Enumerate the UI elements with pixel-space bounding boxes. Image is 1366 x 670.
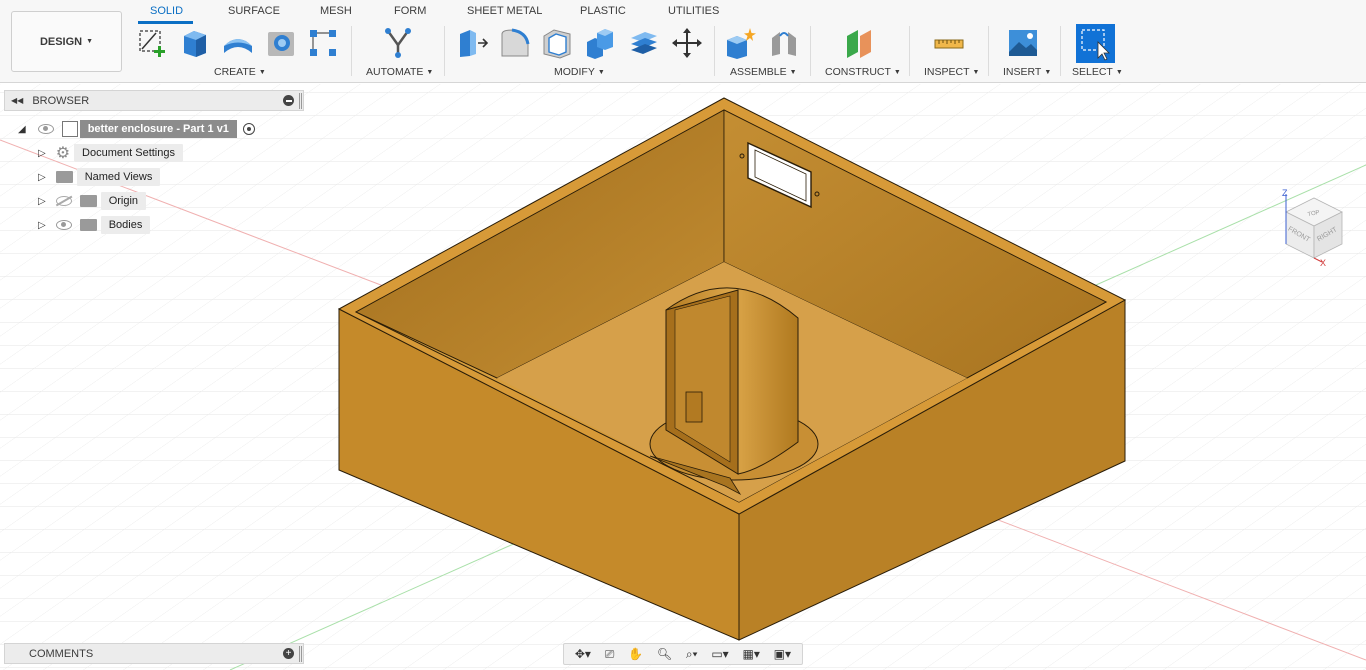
browser-item-label: Origin xyxy=(100,192,147,210)
z-axis-label: Z xyxy=(1282,188,1288,198)
component-icon xyxy=(61,121,78,137)
revolve-icon[interactable] xyxy=(221,26,255,60)
add-comment-icon[interactable]: + xyxy=(283,648,294,659)
browser-item-origin[interactable]: ▷ Origin xyxy=(38,191,147,211)
comments-title: COMMENTS xyxy=(29,647,94,660)
caret-down-icon: ▼ xyxy=(86,38,94,45)
automate-group-label[interactable]: AUTOMATE ▼ xyxy=(366,66,433,78)
hidden-eye-icon[interactable] xyxy=(55,195,72,206)
browser-root-row[interactable]: ◢ better enclosure - Part 1 v1 xyxy=(18,119,255,139)
browser-title: BROWSER xyxy=(32,94,90,107)
shell-icon[interactable] xyxy=(540,26,574,60)
insert-group-label[interactable]: INSERT ▼ xyxy=(1003,66,1051,78)
x-axis-label: X xyxy=(1320,258,1326,268)
panel-grip-icon[interactable] xyxy=(299,646,302,662)
browser-item-label: Bodies xyxy=(100,216,151,234)
hole-icon[interactable] xyxy=(264,26,298,60)
fillet-icon[interactable] xyxy=(498,26,532,60)
model-canvas[interactable] xyxy=(0,84,1366,670)
modify-group-label[interactable]: MODIFY ▼ xyxy=(554,66,605,78)
extrude-icon[interactable] xyxy=(178,26,212,60)
folder-icon xyxy=(55,171,73,183)
workspace-switcher-button[interactable]: DESIGN ▼ xyxy=(11,11,122,72)
alignment-tab xyxy=(685,391,703,423)
tab-utilities[interactable]: UTILITIES xyxy=(668,5,719,17)
grid-settings-icon[interactable]: ▦▾ xyxy=(742,647,759,661)
browser-item-label: Named Views xyxy=(76,168,161,186)
browser-panel: ◀◀ BROWSER ◢ better enclosure - Part 1 v… xyxy=(4,90,304,234)
navigation-bar: ✥▾ ⎚ ✋ 🔍︎ ⌕▾ ▭▾ ▦▾ ▣▾ xyxy=(563,643,803,665)
collapse-triangle-icon[interactable]: ◢ xyxy=(18,124,26,135)
create-group-label[interactable]: CREATE ▼ xyxy=(214,66,266,78)
inspect-group-label[interactable]: INSPECT ▼ xyxy=(924,66,979,78)
toolbar-separator xyxy=(351,26,352,76)
panel-grip-icon[interactable] xyxy=(299,93,302,109)
browser-header[interactable]: ◀◀ BROWSER xyxy=(4,90,304,111)
toolbar-separator xyxy=(1060,26,1061,76)
expand-triangle-icon[interactable]: ▷ xyxy=(38,148,46,159)
workspace-label: DESIGN xyxy=(39,35,83,48)
toolbar-separator xyxy=(714,26,715,76)
zoom-icon[interactable]: 🔍︎ xyxy=(657,647,672,661)
browser-item-label: Document Settings xyxy=(74,144,183,162)
tab-plastic[interactable]: PLASTIC xyxy=(580,5,626,17)
assemble-group-label[interactable]: ASSEMBLE ▼ xyxy=(730,66,797,78)
offset-face-icon[interactable] xyxy=(627,26,661,60)
gear-icon: ⚙ xyxy=(55,145,71,162)
visibility-eye-icon[interactable] xyxy=(37,124,54,134)
visibility-eye-icon[interactable] xyxy=(55,220,72,230)
expand-triangle-icon[interactable]: ▷ xyxy=(38,220,46,231)
construct-group-label[interactable]: CONSTRUCT ▼ xyxy=(825,66,901,78)
select-tool-icon[interactable] xyxy=(1076,24,1115,63)
ribbon-toolbar: DESIGN ▼ SOLID SURFACE MESH FORM SHEET M… xyxy=(0,0,1366,83)
tab-surface[interactable]: SURFACE xyxy=(228,5,280,17)
toolbar-separator xyxy=(909,26,910,76)
comments-panel[interactable]: COMMENTS + xyxy=(4,643,304,664)
combine-icon[interactable] xyxy=(583,26,617,60)
expand-triangle-icon[interactable]: ▷ xyxy=(38,196,46,207)
joint-icon[interactable] xyxy=(767,26,801,60)
3d-viewport[interactable]: TOP FRONT RIGHT Z X xyxy=(0,84,1366,670)
browser-item-bodies[interactable]: ▷ Bodies xyxy=(38,215,151,235)
automate-icon[interactable] xyxy=(381,26,415,60)
insert-image-icon[interactable] xyxy=(1006,26,1040,60)
press-pull-icon[interactable] xyxy=(456,26,490,60)
collapse-panel-icon[interactable]: ◀◀ xyxy=(11,96,23,105)
create-sketch-icon[interactable] xyxy=(136,26,170,60)
tab-solid[interactable]: SOLID xyxy=(150,5,183,17)
look-at-icon[interactable]: ⎚ xyxy=(605,647,615,662)
viewports-icon[interactable]: ▣▾ xyxy=(774,647,791,661)
move-copy-icon[interactable] xyxy=(670,26,704,60)
display-settings-icon[interactable]: ▭▾ xyxy=(711,647,728,661)
fit-zoom-icon[interactable]: ⌕▾ xyxy=(686,647,698,662)
browser-root-label[interactable]: better enclosure - Part 1 v1 xyxy=(79,120,237,138)
orbit-icon[interactable]: ✥▾ xyxy=(575,647,591,661)
new-component-icon[interactable] xyxy=(724,26,758,60)
active-tab-indicator xyxy=(138,21,193,24)
tab-sheet-metal[interactable]: SHEET METAL xyxy=(467,5,542,17)
folder-icon xyxy=(79,219,97,231)
tab-form[interactable]: FORM xyxy=(394,5,426,17)
folder-icon xyxy=(79,195,97,207)
pan-icon[interactable]: ✋ xyxy=(628,647,643,661)
toolbar-separator xyxy=(810,26,811,76)
pattern-icon[interactable] xyxy=(306,26,340,60)
measure-icon[interactable] xyxy=(932,26,966,60)
toolbar-separator xyxy=(988,26,989,76)
view-cube[interactable]: TOP FRONT RIGHT Z X xyxy=(1276,184,1348,270)
activate-radio-icon[interactable] xyxy=(242,123,255,135)
browser-item-named-views[interactable]: ▷ Named Views xyxy=(38,167,161,187)
browser-item-document-settings[interactable]: ▷ ⚙ Document Settings xyxy=(38,143,183,163)
expand-triangle-icon[interactable]: ▷ xyxy=(38,172,46,183)
tab-mesh[interactable]: MESH xyxy=(320,5,352,17)
offset-plane-icon[interactable] xyxy=(843,26,877,60)
select-group-label[interactable]: SELECT ▼ xyxy=(1072,66,1123,78)
toolbar-separator xyxy=(444,26,445,76)
minimize-icon[interactable] xyxy=(283,95,294,106)
